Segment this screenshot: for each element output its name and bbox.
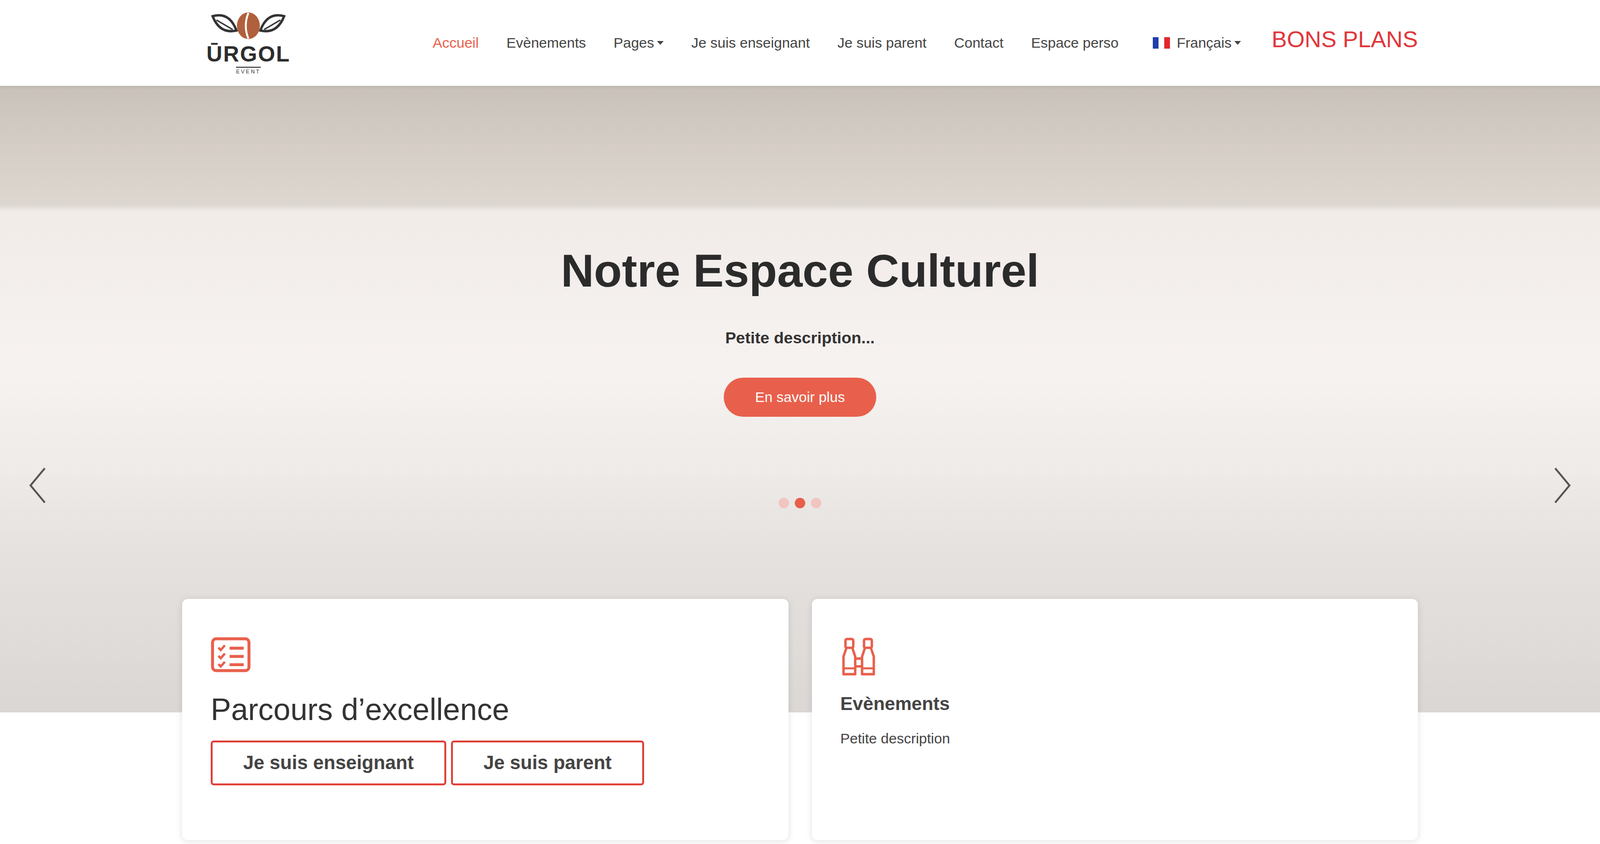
card-description: Petite description xyxy=(840,730,1390,747)
logo-tagline: EVENT xyxy=(235,66,261,75)
nav-item[interactable]: Je suis enseignant xyxy=(691,34,811,52)
bons-plans-link[interactable]: BONS PLANS xyxy=(1271,26,1418,53)
header: ŪRGOLEVENT Accueil Evènements Pages Je suis … xyxy=(0,0,1600,86)
hero-description: Petite description... xyxy=(725,328,875,348)
caret-icon xyxy=(656,41,664,45)
role-button[interactable]: Je suis parent xyxy=(451,740,645,786)
carousel-dot[interactable] xyxy=(810,497,822,509)
learn-more-button[interactable]: En savoir plus xyxy=(723,377,877,417)
role-button[interactable]: Je suis enseignant xyxy=(210,740,447,786)
french-flag-icon xyxy=(1152,37,1170,49)
carousel-dot[interactable] xyxy=(778,497,790,509)
logo-name: ŪRGOL xyxy=(206,42,291,65)
card-title: Parcours d’excellence xyxy=(210,691,760,729)
feature-cards: Parcours d’excellence Je suis enseignantJ… xyxy=(182,598,1418,841)
card-buttons: Je suis enseignantJe suis parent xyxy=(210,740,760,786)
next-slide-button[interactable] xyxy=(1553,466,1573,506)
main-nav: Accueil Evènements Pages Je suis enseignant… xyxy=(432,33,1418,53)
chevron-right-icon xyxy=(1553,466,1573,505)
card-title: Evènements xyxy=(840,693,1390,715)
coffee-bean-leaves-icon xyxy=(203,11,294,42)
nav-item[interactable]: Accueil xyxy=(432,34,479,52)
feature-card: Parcours d’excellence Je suis enseignantJ… xyxy=(182,598,789,841)
logo[interactable]: ŪRGOLEVENT xyxy=(203,11,294,75)
carousel-dots xyxy=(778,497,822,509)
chevron-left-icon xyxy=(27,466,47,505)
nav-item[interactable]: Evènements xyxy=(506,34,586,52)
carousel-dot[interactable] xyxy=(794,497,806,509)
nav-item[interactable]: Espace perso xyxy=(1031,34,1119,52)
nav-item[interactable]: Contact xyxy=(953,34,1004,52)
language-selector[interactable]: Français xyxy=(1152,34,1242,52)
nav-item[interactable]: Je suis parent xyxy=(837,34,927,52)
page: ŪRGOLEVENT Accueil Evènements Pages Je suis … xyxy=(0,0,1600,844)
checklist-icon xyxy=(210,636,251,673)
binoculars-icon xyxy=(840,636,877,677)
hero-title: Notre Espace Culturel xyxy=(561,243,1040,298)
previous-slide-button[interactable] xyxy=(27,466,47,506)
caret-icon xyxy=(1234,41,1242,45)
nav-item[interactable]: Pages xyxy=(613,34,664,52)
feature-card: Evènements Petite description xyxy=(811,598,1419,841)
hero-content: Notre Espace Culturel Petite description.… xyxy=(0,85,1600,509)
